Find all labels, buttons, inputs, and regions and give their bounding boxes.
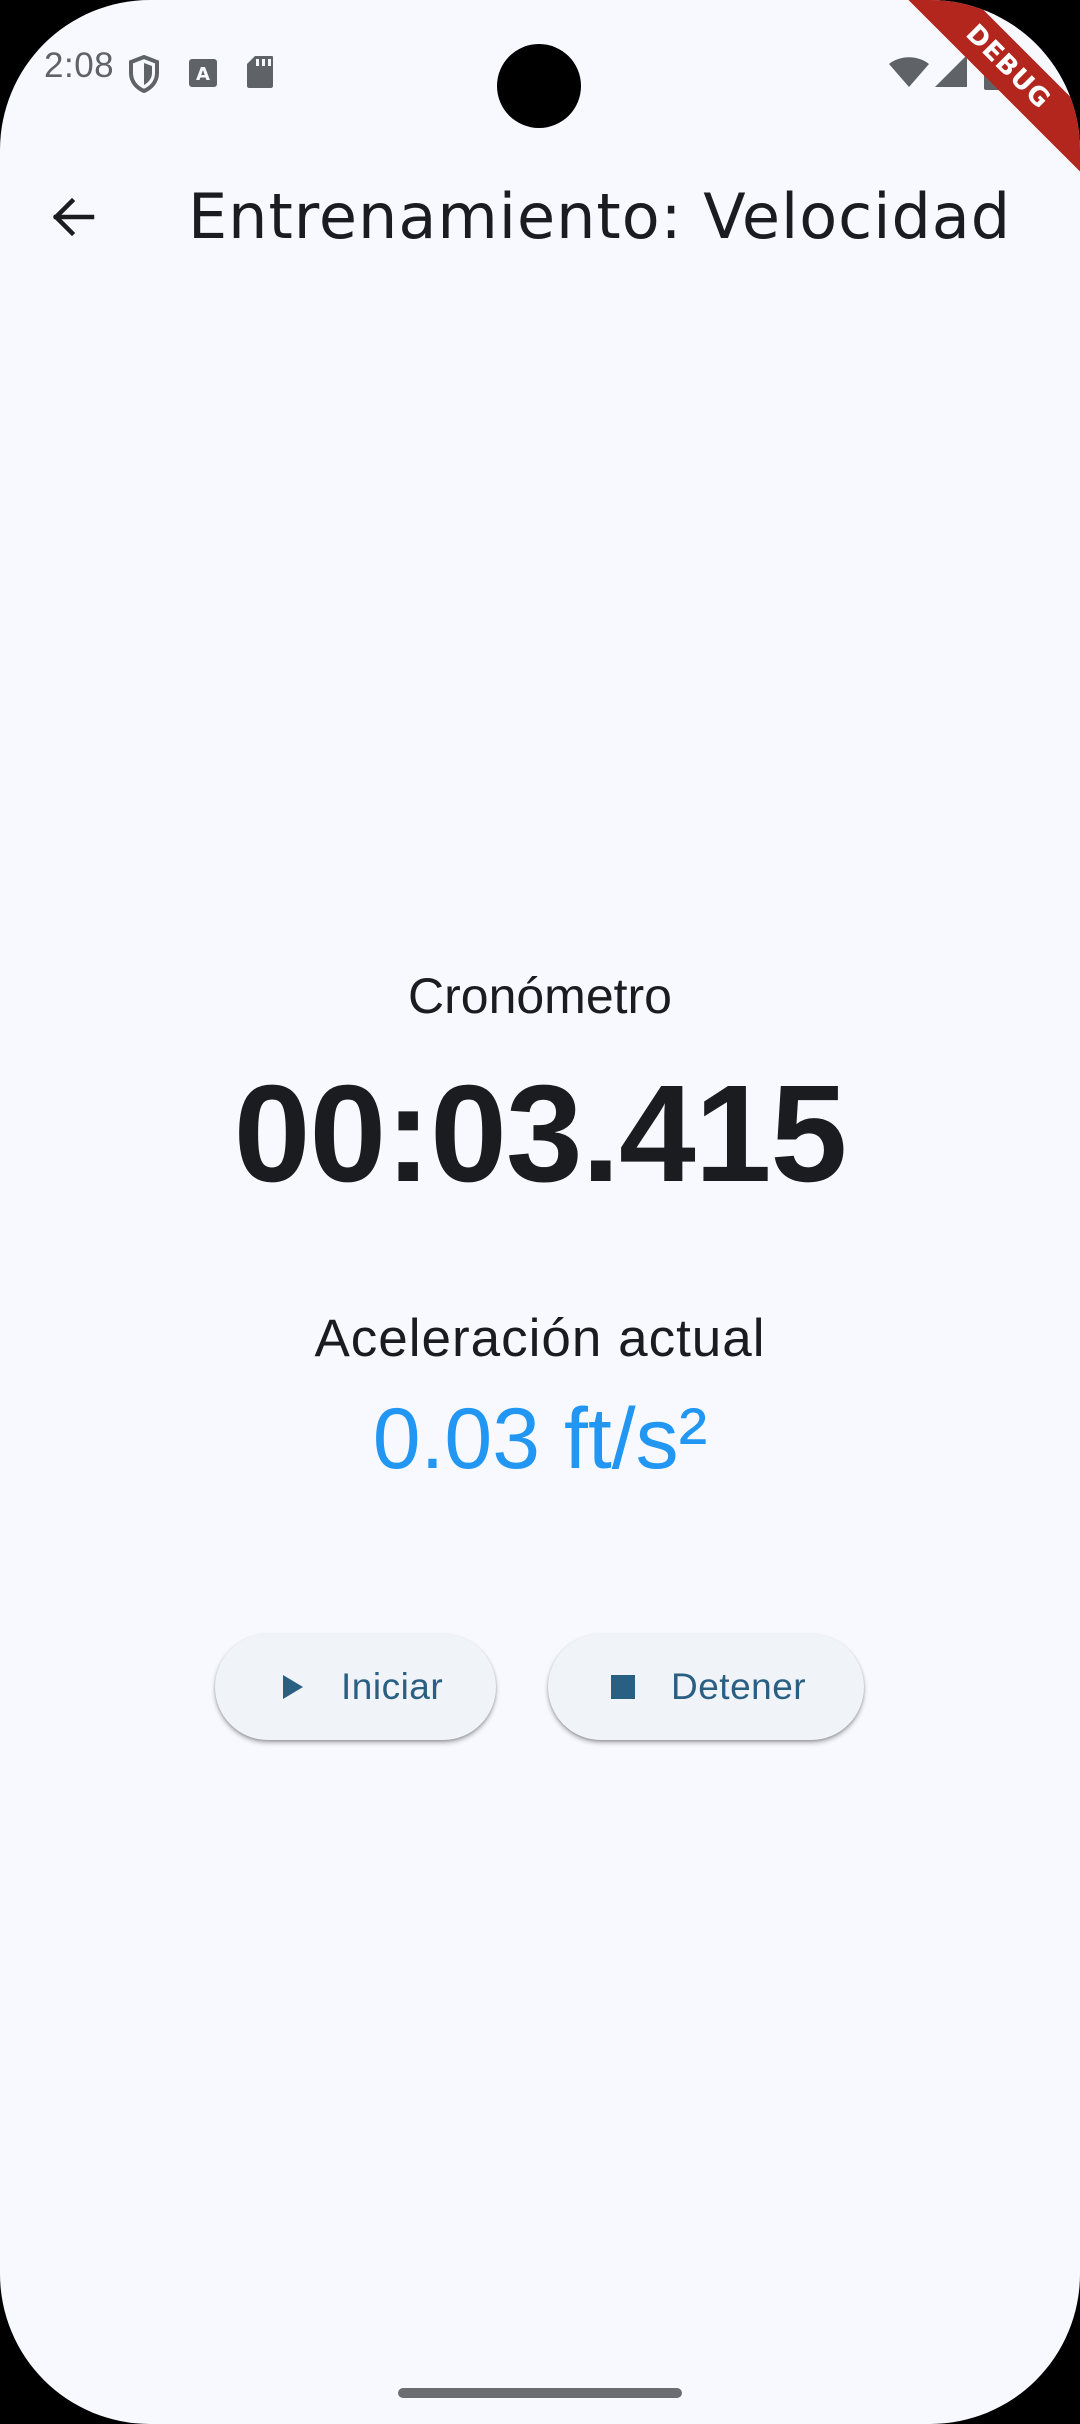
app-screen: 2:08 A DEBUG Entrenamiento: Velocidad Cr… xyxy=(0,0,1080,2424)
play-icon xyxy=(273,1667,313,1707)
acceleration-label: Aceleración actual xyxy=(314,1309,766,1368)
stop-icon xyxy=(603,1667,643,1707)
start-button-label: Iniciar xyxy=(341,1666,444,1707)
stopwatch-label: Cronómetro xyxy=(408,968,672,1024)
stop-button[interactable]: Detener xyxy=(548,1634,864,1740)
stop-button-label: Detener xyxy=(671,1666,807,1707)
gesture-navigation-bar[interactable] xyxy=(398,2388,682,2398)
acceleration-value: 0.03 ft/s² xyxy=(372,1391,708,1487)
start-button[interactable]: Iniciar xyxy=(215,1634,496,1740)
stopwatch-value: 00:03.415 xyxy=(233,1057,848,1211)
main-content: Cronómetro 00:03.415 Aceleración actual … xyxy=(0,0,1080,2424)
